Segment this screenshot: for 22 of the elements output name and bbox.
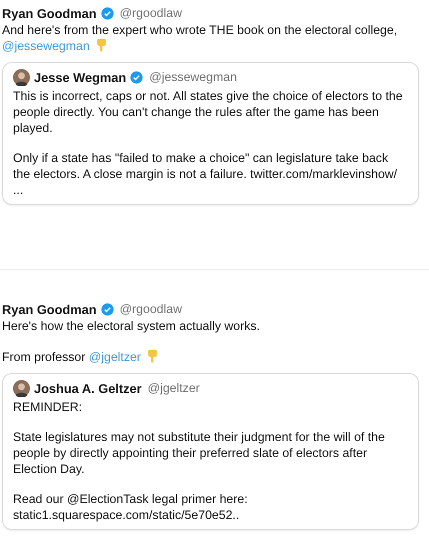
tweet-text: REMINDER: — [13, 400, 82, 414]
avatar-icon — [13, 380, 30, 396]
author-handle[interactable]: @jgeltzer — [148, 381, 200, 395]
tweet-text: State legislatures may not substitute their judgment for the will of the people by directly appointing their preferred slate of electors after Election Day. — [13, 430, 385, 476]
author-name[interactable]: Joshua A. Geltzer — [34, 380, 142, 396]
tweet-text: Read our @ElectionTask legal primer here: static1.squarespace.com/static/5e70e52.. — [13, 492, 248, 522]
mention-link[interactable]: @jessewegman — [2, 39, 90, 53]
tweet-text: Here's how the electoral system actually works. — [2, 319, 260, 333]
author-name[interactable]: Ryan Goodman — [2, 302, 97, 316]
tweet-text: Only if a state has "failed to make a choice" can legislature take back the electors. A close margin is not a failure. twitter.com/marklevinshow/ ... — [13, 151, 398, 197]
author-name[interactable]: Jesse Wegman — [34, 70, 126, 84]
quoted-tweet-card[interactable] — [2, 373, 419, 530]
quoted-tweet-card[interactable] — [2, 62, 419, 205]
author-handle[interactable]: @jessewegman — [149, 70, 237, 84]
author-name[interactable]: Ryan Goodman — [2, 6, 97, 20]
author-handle[interactable]: @rgoodlaw — [120, 6, 182, 20]
author-handle[interactable]: @rgoodlaw — [120, 302, 182, 316]
mention-link[interactable]: @jgeltzer — [88, 350, 141, 364]
avatar-icon — [13, 68, 30, 86]
tweet-text: From professor @jgeltzer — [2, 350, 141, 364]
tweet-text: This is incorrect, caps or not. All states give the choice of electors to the people directly. You can't change the rules after the game has been played. — [13, 89, 403, 135]
tweet-text: And here's from the expert who wrote THE book on the electoral college, @jessewegman — [2, 23, 398, 53]
